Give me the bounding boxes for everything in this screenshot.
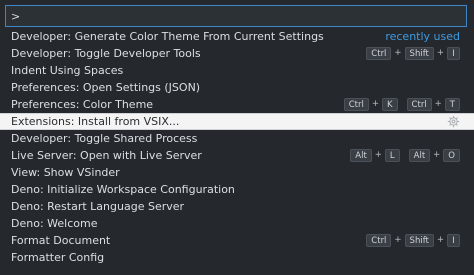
- key-plus: +: [394, 235, 402, 245]
- command-search-box[interactable]: [5, 5, 467, 27]
- key-cap: I: [447, 47, 460, 60]
- key-plus: +: [436, 48, 444, 58]
- command-label: Format Document: [11, 234, 111, 247]
- keybinding: Alt + L Alt + O: [350, 147, 460, 164]
- command-item[interactable]: View: Show VSinder: [0, 164, 474, 181]
- command-label: View: Show VSinder: [11, 166, 120, 179]
- keybinding: Ctrl + K Ctrl + T: [343, 96, 460, 113]
- command-label: Extensions: Install from VSIX...: [11, 115, 180, 128]
- key-cap: Alt: [350, 149, 372, 162]
- key-plus: +: [371, 99, 379, 109]
- key-plus: +: [433, 150, 441, 160]
- command-item[interactable]: Format Document Ctrl + Shift + I: [0, 232, 474, 249]
- command-item[interactable]: Live Server: Open with Live Server Alt + L A…: [0, 147, 474, 164]
- key-cap: L: [384, 149, 400, 162]
- command-item[interactable]: Preferences: Open Settings (JSON): [0, 79, 474, 96]
- key-cap: Ctrl: [366, 47, 392, 60]
- command-item[interactable]: Extensions: Install from VSIX...: [0, 113, 474, 130]
- command-item[interactable]: Deno: Restart Language Server: [0, 198, 474, 215]
- command-label: Live Server: Open with Live Server: [11, 149, 202, 162]
- command-label: Developer: Generate Color Theme From Cur…: [11, 30, 324, 43]
- command-item[interactable]: Preferences: Color Theme Ctrl + K Ctrl + T: [0, 96, 474, 113]
- command-item[interactable]: Developer: Toggle Shared Process: [0, 130, 474, 147]
- command-item[interactable]: Deno: Initialize Workspace Configuration: [0, 181, 474, 198]
- keybinding: Ctrl + Shift + I: [366, 45, 460, 62]
- command-label: Formatter Config: [11, 251, 105, 264]
- command-search-input[interactable]: [6, 6, 466, 26]
- command-label: Deno: Initialize Workspace Configuration: [11, 183, 235, 196]
- key-plus: +: [374, 150, 382, 160]
- key-cap: Ctrl: [406, 98, 432, 111]
- command-palette: Developer: Generate Color Theme From Cur…: [0, 0, 474, 275]
- command-label: Developer: Toggle Shared Process: [11, 132, 198, 145]
- key-plus: +: [394, 48, 402, 58]
- key-cap: Ctrl: [343, 98, 369, 111]
- recently-used-tag: recently used: [385, 28, 460, 45]
- command-item[interactable]: Formatter Config: [0, 249, 474, 266]
- key-cap: I: [447, 234, 460, 247]
- command-label: Deno: Welcome: [11, 217, 98, 230]
- key-cap: T: [444, 98, 460, 111]
- key-cap: K: [381, 98, 398, 111]
- command-item[interactable]: Indent Using Spaces: [0, 62, 474, 79]
- key-plus: +: [436, 235, 444, 245]
- command-label: Indent Using Spaces: [11, 64, 124, 77]
- command-item[interactable]: Developer: Generate Color Theme From Cur…: [0, 28, 474, 45]
- key-cap: O: [443, 149, 460, 162]
- command-label: Preferences: Open Settings (JSON): [11, 81, 201, 94]
- command-item[interactable]: Deno: Welcome: [0, 215, 474, 232]
- keybinding: Ctrl + Shift + I: [366, 232, 460, 249]
- key-plus: +: [434, 99, 442, 109]
- command-item[interactable]: Developer: Toggle Developer Tools Ctrl + Sh…: [0, 45, 474, 62]
- key-cap: Alt: [408, 149, 431, 162]
- command-label: Developer: Toggle Developer Tools: [11, 47, 201, 60]
- gear-icon[interactable]: [447, 115, 460, 128]
- recently-used-label: recently used: [385, 30, 460, 43]
- key-cap: Shift: [404, 47, 434, 60]
- key-cap: Ctrl: [366, 234, 392, 247]
- command-label: Preferences: Color Theme: [11, 98, 154, 111]
- command-label: Deno: Restart Language Server: [11, 200, 185, 213]
- key-cap: Shift: [404, 234, 434, 247]
- command-list: Developer: Generate Color Theme From Cur…: [0, 28, 474, 266]
